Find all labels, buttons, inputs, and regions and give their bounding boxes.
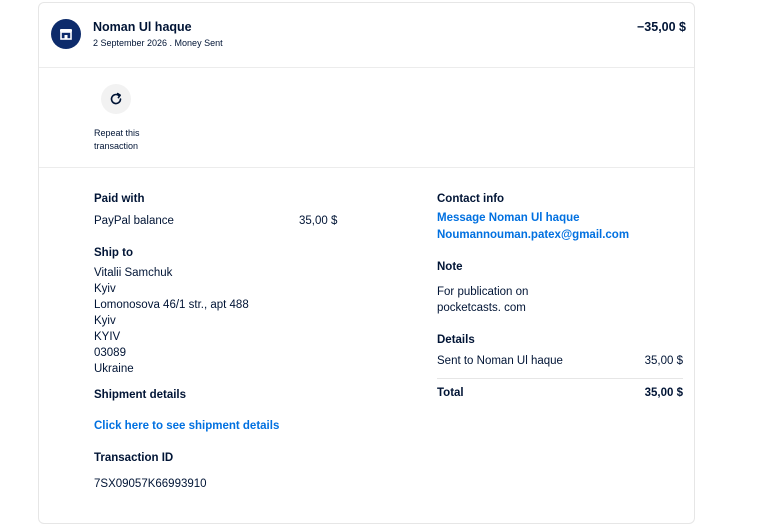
message-recipient-link[interactable]: Message Noman Ul haque xyxy=(437,212,580,224)
actions-divider xyxy=(39,167,694,168)
refresh-icon xyxy=(110,92,122,105)
merchant-avatar xyxy=(51,19,81,49)
note-line: pocketcasts. com xyxy=(437,302,526,314)
address-line: Kyiv xyxy=(94,283,116,295)
shipment-details-heading: Shipment details xyxy=(94,389,187,401)
details-divider xyxy=(437,378,683,379)
repeat-transaction-button[interactable] xyxy=(101,84,131,114)
transaction-date-type: 2 September 2026 . Money Sent xyxy=(93,38,223,48)
address-line: KYIV xyxy=(94,331,121,343)
header-divider xyxy=(39,67,694,68)
address-line: 03089 xyxy=(94,347,126,359)
shipping-address: Vitalii Samchuk Kyiv Lomonosova 46/1 str… xyxy=(94,265,249,377)
repeat-transaction-label[interactable]: Repeat this transaction xyxy=(94,127,174,153)
note-heading: Note xyxy=(437,261,463,273)
paid-with-heading: Paid with xyxy=(94,193,145,205)
transaction-amount: −35,00 $ xyxy=(636,20,686,34)
details-heading: Details xyxy=(437,334,475,346)
recipient-email-link[interactable]: Noumannouman.patex@gmail.com xyxy=(437,229,629,241)
total-label: Total xyxy=(437,387,464,399)
contact-info-heading: Contact info xyxy=(437,193,505,205)
sent-to-label: Sent to Noman Ul haque xyxy=(437,355,563,367)
note-line: For publication on xyxy=(437,286,529,298)
address-line: Ukraine xyxy=(94,363,134,375)
ship-to-heading: Ship to xyxy=(94,247,133,259)
payment-method: PayPal balance xyxy=(94,215,174,227)
transaction-id-value: 7SX09057K66993910 xyxy=(94,478,207,490)
transaction-card: Noman Ul haque 2 September 2026 . Money … xyxy=(38,2,695,524)
total-amount: 35,00 $ xyxy=(644,387,683,399)
shipment-details-link[interactable]: Click here to see shipment details xyxy=(94,420,279,432)
payment-amount: 35,00 $ xyxy=(299,215,338,227)
address-line: Vitalii Samchuk xyxy=(94,267,173,279)
store-icon xyxy=(60,29,72,40)
address-line: Kyiv xyxy=(94,315,116,327)
sent-to-amount: 35,00 $ xyxy=(644,355,683,367)
transaction-id-heading: Transaction ID xyxy=(94,452,174,464)
address-line: Lomonosova 46/1 str., apt 488 xyxy=(94,299,249,311)
recipient-name: Noman Ul haque xyxy=(93,20,192,34)
